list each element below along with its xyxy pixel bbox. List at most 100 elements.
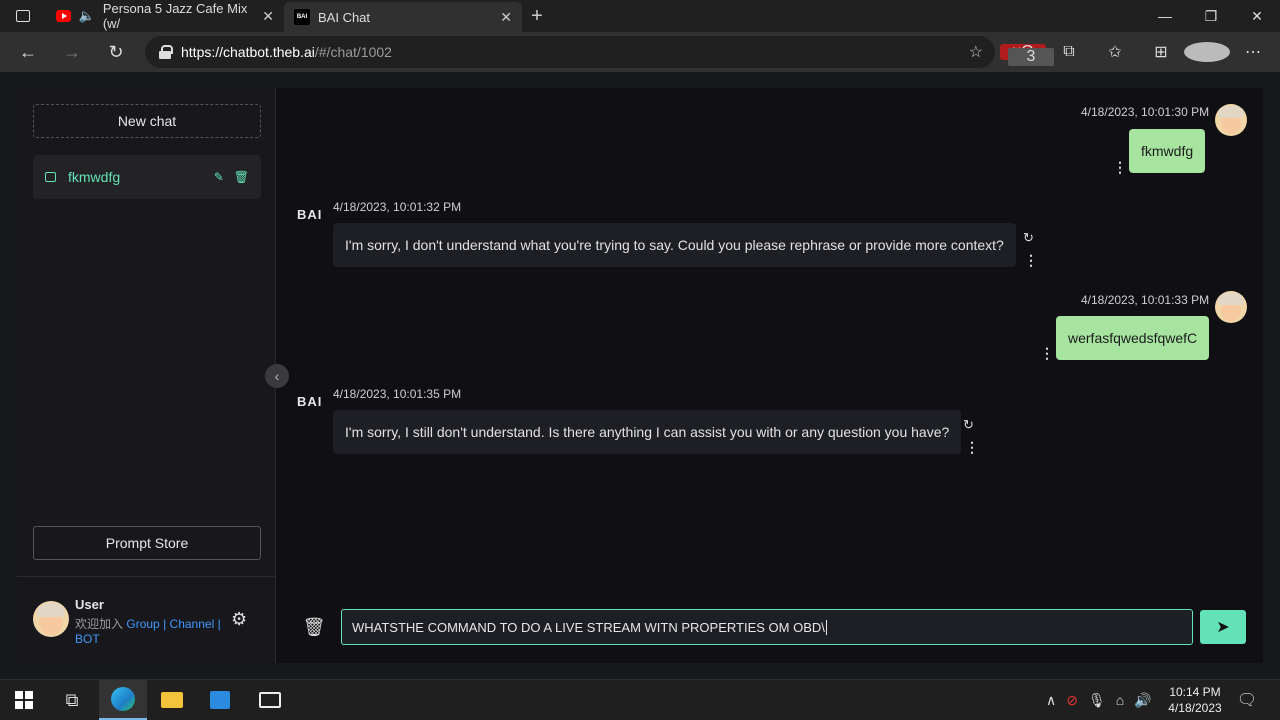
forward-button[interactable]: → [50, 32, 94, 72]
user-name: User [75, 597, 104, 612]
minimize-icon[interactable]: — [1142, 0, 1188, 32]
regenerate-icon[interactable]: ↻ [963, 417, 974, 433]
user-message-bubble: fkmwdfg [1129, 129, 1206, 173]
favorites-icon[interactable]: ✩ [1092, 42, 1138, 62]
ublock-badge: 3 [1008, 48, 1054, 66]
taskbar-clock[interactable]: 10:14 PM 4/18/2023 [1160, 684, 1230, 716]
bai-logo-icon: BAI [297, 394, 323, 409]
message-input[interactable]: WHATSTHE COMMAND TO DO A LIVE STREAM WIT… [341, 609, 1193, 645]
profile-icon [1184, 42, 1230, 62]
task-view-icon: ⧉ [65, 689, 79, 710]
user-avatar [1215, 104, 1247, 136]
tab-actions-icon [16, 10, 30, 22]
user-panel: User 欢迎加入 Group | Channel | BOT ⚙ [17, 576, 276, 663]
message-input-value: WHATSTHE COMMAND TO DO A LIVE STREAM WIT… [352, 619, 825, 635]
clear-chat-button[interactable]: 🗑 [302, 615, 326, 639]
text-cursor [825, 619, 827, 635]
tab-actions-button[interactable] [0, 0, 46, 32]
back-button[interactable]: ← [6, 32, 50, 72]
close-window-icon[interactable]: ✕ [1234, 0, 1280, 32]
browser-toolbar: uO3 ⧉ ✩ ⊞ ⋯ [1000, 32, 1276, 72]
taskbar-mail[interactable] [246, 680, 294, 720]
address-bar: ← → ↻ https://chatbot.theb.ai/#/chat/100… [0, 32, 1280, 72]
refresh-button[interactable]: ↻ [94, 32, 138, 72]
message-menu-icon[interactable]: ⋮ [1024, 253, 1038, 267]
user-message-bubble: werfasfqwedsfqwefC [1056, 316, 1210, 360]
avatar [33, 601, 69, 637]
bai-favicon-icon: BAI [294, 9, 310, 25]
sidebar-chat-item[interactable]: fkmwdfg ✎ 🗑 [33, 155, 261, 199]
more-menu-icon[interactable]: ⋯ [1230, 42, 1276, 62]
ublock-icon: uO3 [1000, 43, 1054, 66]
taskbar-store[interactable] [196, 680, 244, 720]
ublock-extension-button[interactable]: uO3 [1000, 43, 1054, 66]
url-field[interactable]: https://chatbot.theb.ai/#/chat/1002 ☆ [145, 36, 995, 68]
separator: | [217, 617, 221, 631]
clock-time: 10:14 PM [1169, 685, 1221, 699]
tab-title: BAI Chat [318, 9, 371, 25]
page-viewport: New chat fkmwdfg ✎ 🗑 Prompt Store User 欢… [0, 72, 1280, 679]
settings-gear-icon[interactable]: ⚙ [231, 609, 247, 630]
chevron-up-icon[interactable]: ∧ [1046, 692, 1056, 709]
edge-icon [111, 687, 135, 711]
store-icon [210, 691, 230, 709]
system-tray: ∧ ⊘ 🎙 ⌂ 🔊 [1046, 680, 1152, 720]
url-host: https://chatbot.theb.ai [181, 44, 315, 60]
collapse-sidebar-button[interactable]: ‹ [265, 364, 289, 388]
network-icon[interactable]: ⌂ [1116, 692, 1124, 708]
user-avatar [1215, 291, 1247, 323]
taskbar-edge[interactable] [99, 680, 147, 720]
speaker-icon[interactable]: 🔈 [79, 8, 95, 24]
browser-title-bar: 🔈 Persona 5 Jazz Cafe Mix (w/ ✕ BAI BAI … [0, 0, 1280, 32]
edit-icon[interactable]: ✎ [214, 170, 224, 184]
task-view-button[interactable]: ⧉ [48, 680, 96, 720]
chat-item-label: fkmwdfg [68, 169, 121, 185]
security-icon[interactable]: ⊘ [1066, 692, 1078, 709]
tab-bai-chat[interactable]: BAI BAI Chat ✕ [284, 2, 522, 32]
volume-icon[interactable]: 🔊 [1134, 692, 1151, 709]
windows-logo-icon [15, 691, 33, 709]
bot-link[interactable]: BOT [75, 632, 100, 646]
bai-logo-icon: BAI [297, 207, 323, 222]
chat-item-actions: ✎ 🗑 [214, 170, 249, 184]
message-menu-icon[interactable]: ⋮ [965, 440, 979, 454]
taskbar: ⧉ ∧ ⊘ 🎙 ⌂ 🔊 10:14 PM 4/18/2023 🗨 [0, 679, 1280, 720]
message-timestamp: 4/18/2023, 10:01:35 PM [333, 387, 462, 401]
regenerate-icon[interactable]: ↻ [1023, 230, 1034, 246]
group-link[interactable]: Group [126, 617, 159, 631]
send-icon: ➤ [1216, 619, 1230, 636]
message-timestamp: 4/18/2023, 10:01:30 PM [1081, 105, 1210, 119]
folder-icon [161, 692, 183, 708]
add-favorite-icon[interactable]: ☆ [969, 42, 983, 62]
new-chat-button[interactable]: New chat [33, 104, 261, 138]
url-path: /#/chat/1002 [314, 44, 392, 60]
trash-icon: 🗑 [302, 616, 326, 637]
message-timestamp: 4/18/2023, 10:01:32 PM [333, 200, 462, 214]
window-controls: — ❐ ✕ [1142, 0, 1280, 32]
tab-title: Persona 5 Jazz Cafe Mix (w/ [102, 1, 248, 31]
close-tab-icon[interactable]: ✕ [500, 9, 512, 26]
restore-icon[interactable]: ❐ [1188, 0, 1234, 32]
bot-message-bubble: I'm sorry, I don't understand what you'r… [333, 223, 1016, 267]
user-links: 欢迎加入 Group | Channel | BOT [75, 617, 235, 647]
collections-icon[interactable]: ⊞ [1138, 42, 1184, 62]
message-timestamp: 4/18/2023, 10:01:33 PM [1081, 293, 1210, 307]
taskbar-file-explorer[interactable] [148, 680, 196, 720]
prompt-store-button[interactable]: Prompt Store [33, 526, 261, 560]
tab-persona-jazz[interactable]: 🔈 Persona 5 Jazz Cafe Mix (w/ ✕ [46, 0, 284, 32]
message-menu-icon[interactable]: ⋮ [1040, 346, 1054, 360]
channel-link[interactable]: Channel [170, 617, 215, 631]
profile-button[interactable] [1184, 42, 1230, 62]
send-button[interactable]: ➤ [1200, 610, 1246, 644]
lock-icon[interactable] [159, 45, 173, 59]
notification-icon[interactable]: 🗨 [1232, 680, 1262, 720]
delete-icon[interactable]: 🗑 [234, 170, 249, 184]
chevron-left-icon: ‹ [274, 368, 280, 384]
message-menu-icon[interactable]: ⋮ [1113, 160, 1127, 174]
microphone-icon[interactable]: 🎙 [1088, 692, 1106, 709]
welcome-text: 欢迎加入 [75, 617, 124, 631]
start-button[interactable] [0, 680, 48, 720]
close-tab-icon[interactable]: ✕ [262, 8, 274, 25]
separator: | [163, 617, 167, 631]
new-tab-button[interactable]: + [522, 0, 552, 32]
